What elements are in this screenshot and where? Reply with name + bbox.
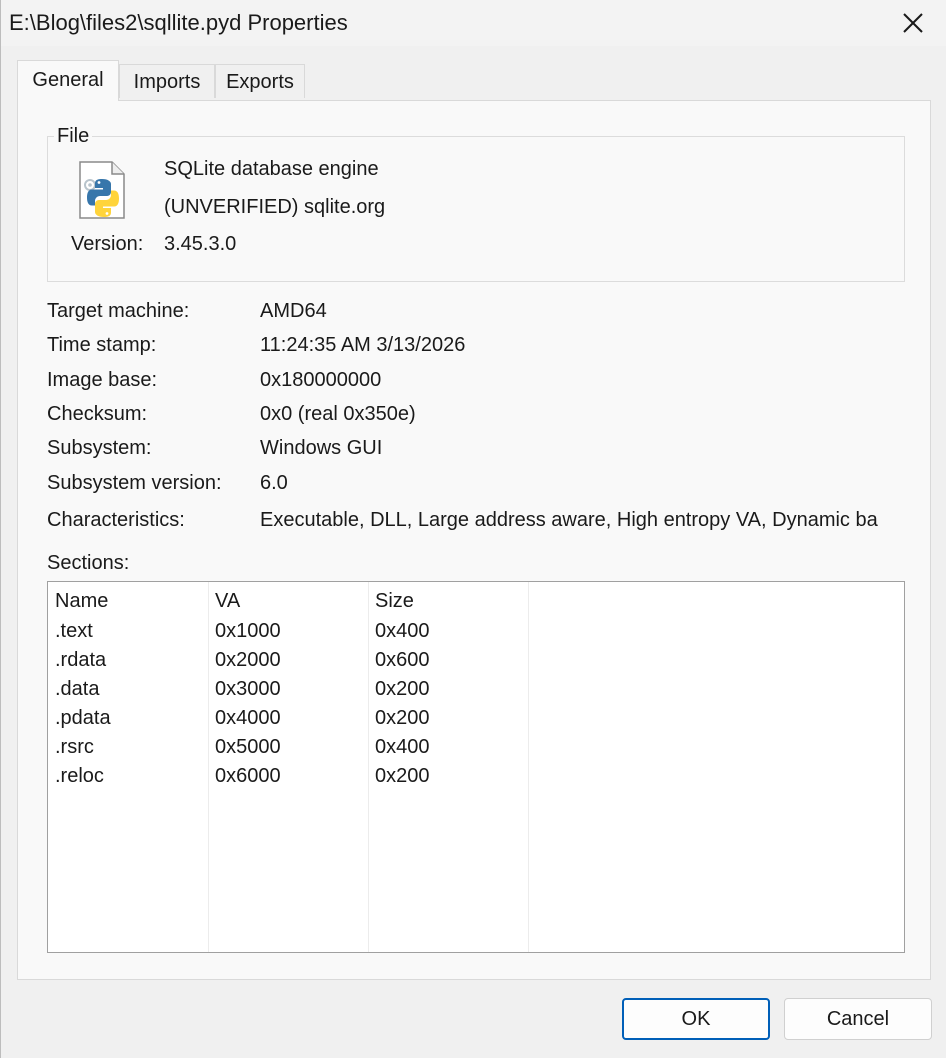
python-file-icon xyxy=(79,161,125,219)
tab-imports[interactable]: Imports xyxy=(119,64,215,98)
file-groupbox: File SQLite database engine (UNVERIFIED)… xyxy=(47,124,905,282)
section-va: 0x1000 xyxy=(215,620,281,642)
section-name: .rdata xyxy=(55,649,107,671)
ok-button[interactable]: OK xyxy=(622,998,770,1040)
section-size: 0x200 xyxy=(375,678,430,700)
file-company: (UNVERIFIED) sqlite.org xyxy=(164,196,386,218)
section-size: 0x400 xyxy=(375,620,430,642)
section-va: 0x3000 xyxy=(215,678,281,700)
sections-label: Sections: xyxy=(47,552,130,574)
checksum-value: 0x0 (real 0x350e) xyxy=(260,403,416,425)
table-row[interactable]: .pdata 0x4000 0x200 xyxy=(48,705,528,734)
checksum-label: Checksum: xyxy=(47,403,148,425)
column-header-size[interactable]: Size xyxy=(375,589,414,613)
version-label: Version: xyxy=(71,233,144,255)
section-size: 0x200 xyxy=(375,765,430,787)
table-row[interactable]: .rdata 0x2000 0x600 xyxy=(48,647,528,676)
table-row[interactable]: .reloc 0x6000 0x200 xyxy=(48,763,528,792)
characteristics-value: Executable, DLL, Large address aware, Hi… xyxy=(260,509,878,531)
time-stamp-label: Time stamp: xyxy=(47,334,157,356)
title-bar[interactable]: E:\Blog\files2\sqllite.pyd Properties xyxy=(1,0,946,46)
section-va: 0x2000 xyxy=(215,649,281,671)
table-row[interactable]: .data 0x3000 0x200 xyxy=(48,676,528,705)
column-header-va[interactable]: VA xyxy=(215,589,240,613)
version-value: 3.45.3.0 xyxy=(164,233,237,255)
section-va: 0x5000 xyxy=(215,736,281,758)
image-base-label: Image base: xyxy=(47,369,158,391)
sections-list[interactable]: Name VA Size .text 0x1000 0x400 .rdata 0… xyxy=(47,581,905,953)
table-row[interactable]: .rsrc 0x5000 0x400 xyxy=(48,734,528,763)
subsystem-version-value: 6.0 xyxy=(260,472,288,494)
tab-exports[interactable]: Exports xyxy=(215,64,305,98)
section-va: 0x4000 xyxy=(215,707,281,729)
window-title: E:\Blog\files2\sqllite.pyd Properties xyxy=(9,10,348,35)
file-group-label: File xyxy=(54,124,93,148)
column-header-name[interactable]: Name xyxy=(55,589,108,613)
cancel-button[interactable]: Cancel xyxy=(784,998,932,1040)
table-row[interactable]: .text 0x1000 0x400 xyxy=(48,618,528,647)
time-stamp-value: 11:24:35 AM 3/13/2026 xyxy=(260,334,466,356)
characteristics-label: Characteristics: xyxy=(47,509,185,531)
section-va: 0x6000 xyxy=(215,765,281,787)
section-name: .pdata xyxy=(55,707,111,729)
section-name: .rsrc xyxy=(55,736,94,758)
target-machine-label: Target machine: xyxy=(47,300,190,322)
column-separator xyxy=(528,582,529,952)
section-size: 0x600 xyxy=(375,649,430,671)
close-icon xyxy=(903,13,923,33)
section-name: .data xyxy=(55,678,100,700)
subsystem-label: Subsystem: xyxy=(47,437,152,459)
subsystem-version-label: Subsystem version: xyxy=(47,472,222,494)
section-size: 0x200 xyxy=(375,707,430,729)
section-size: 0x400 xyxy=(375,736,430,758)
tab-general[interactable]: General xyxy=(17,60,119,101)
section-name: .reloc xyxy=(55,765,104,787)
section-name: .text xyxy=(55,620,93,642)
properties-dialog: E:\Blog\files2\sqllite.pyd Properties Ge… xyxy=(0,0,946,1058)
file-description: SQLite database engine xyxy=(164,158,379,180)
subsystem-value: Windows GUI xyxy=(260,437,383,459)
general-tab-panel: File SQLite database engine (UNVERIFIED)… xyxy=(17,100,931,980)
close-button[interactable] xyxy=(887,4,939,42)
target-machine-value: AMD64 xyxy=(260,300,327,322)
image-base-value: 0x180000000 xyxy=(260,369,382,391)
